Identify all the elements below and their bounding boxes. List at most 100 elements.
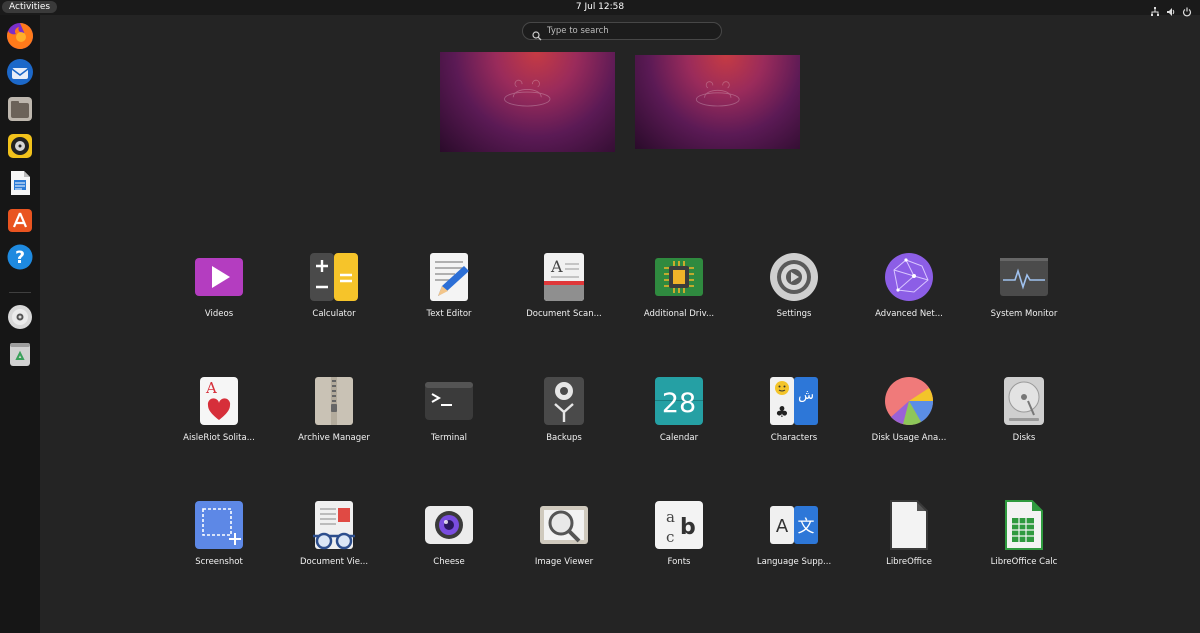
disk-usage-icon bbox=[884, 376, 934, 426]
app-label: System Monitor bbox=[990, 309, 1058, 319]
app-label: Text Editor bbox=[426, 309, 472, 319]
app-label: Additional Driv... bbox=[643, 309, 715, 319]
disks-icon bbox=[999, 376, 1049, 426]
search-icon bbox=[532, 26, 542, 41]
app-label: Disks bbox=[1012, 433, 1036, 443]
screenshot-icon bbox=[194, 500, 244, 550]
app-label: Document Scan... bbox=[526, 309, 602, 319]
app-label: Settings bbox=[776, 309, 812, 319]
libreoffice-writer-icon[interactable] bbox=[6, 169, 34, 197]
app-additional-drivers[interactable]: Additional Driv... bbox=[622, 252, 736, 342]
app-label: Document Vie... bbox=[299, 557, 369, 567]
app-fonts[interactable]: acb Fonts bbox=[622, 500, 736, 590]
calendar-day: 28 bbox=[662, 388, 696, 419]
svg-text:文: 文 bbox=[798, 517, 815, 537]
app-label: Calendar bbox=[659, 433, 699, 443]
app-label: Image Viewer bbox=[534, 557, 594, 567]
svg-text:A: A bbox=[550, 257, 563, 276]
svg-text:b: b bbox=[680, 515, 696, 540]
characters-icon: ♣ ش bbox=[769, 376, 819, 426]
svg-text:a: a bbox=[666, 508, 675, 526]
app-label: Screenshot bbox=[195, 557, 243, 567]
ubuntu-mascot-wallpaper-icon bbox=[504, 79, 551, 107]
app-libreoffice-calc[interactable]: LibreOffice Calc bbox=[967, 500, 1081, 590]
svg-text:?: ? bbox=[15, 248, 25, 268]
additional-drivers-icon bbox=[654, 252, 704, 302]
app-language-support[interactable]: A文 Language Supp... bbox=[737, 500, 851, 590]
app-label: Advanced Net... bbox=[875, 309, 943, 319]
app-aisleriot-solitaire[interactable]: A AisleRiot Solita... bbox=[162, 376, 276, 466]
app-label: Cheese bbox=[433, 557, 465, 567]
videos-icon bbox=[194, 252, 244, 302]
document-scanner-icon: A bbox=[539, 252, 589, 302]
backups-icon bbox=[539, 376, 589, 426]
thunderbird-icon[interactable] bbox=[6, 58, 34, 86]
power-icon[interactable] bbox=[1182, 2, 1192, 17]
app-label: Calculator bbox=[312, 309, 356, 319]
app-label: Fonts bbox=[667, 557, 691, 567]
app-label: LibreOffice bbox=[886, 557, 932, 567]
svg-text:A: A bbox=[205, 379, 217, 397]
language-support-icon: A文 bbox=[769, 500, 819, 550]
advanced-network-icon bbox=[884, 252, 934, 302]
firefox-icon[interactable] bbox=[6, 22, 34, 50]
libreoffice-calc-icon bbox=[999, 500, 1049, 550]
app-settings[interactable]: Settings bbox=[737, 252, 851, 342]
svg-text:♣: ♣ bbox=[775, 403, 788, 421]
app-videos[interactable]: Videos bbox=[162, 252, 276, 342]
clock[interactable]: 7 Jul 12:58 bbox=[0, 0, 1200, 14]
app-calculator[interactable]: Calculator bbox=[277, 252, 391, 342]
app-text-editor[interactable]: Text Editor bbox=[392, 252, 506, 342]
fonts-icon: acb bbox=[654, 500, 704, 550]
terminal-icon bbox=[424, 376, 474, 426]
app-terminal[interactable]: Terminal bbox=[392, 376, 506, 466]
network-icon[interactable] bbox=[1150, 2, 1160, 16]
app-calendar[interactable]: 28 Calendar bbox=[622, 376, 736, 466]
top-bar: Activities 7 Jul 12:58 bbox=[0, 0, 1200, 17]
calendar-icon: 28 bbox=[654, 376, 704, 426]
workspace-thumbnail-1[interactable] bbox=[440, 52, 615, 152]
archive-manager-icon bbox=[309, 376, 359, 426]
svg-text:c: c bbox=[666, 528, 674, 546]
app-disk-usage-analyzer[interactable]: Disk Usage Ana... bbox=[852, 376, 966, 466]
search-bar[interactable] bbox=[522, 22, 722, 41]
system-monitor-icon bbox=[999, 252, 1049, 302]
rhythmbox-icon[interactable] bbox=[6, 132, 34, 160]
app-document-viewer[interactable]: Document Vie... bbox=[277, 500, 391, 590]
app-label: Archive Manager bbox=[298, 433, 370, 443]
app-characters[interactable]: ♣ ش Characters bbox=[737, 376, 851, 466]
search-input[interactable] bbox=[547, 24, 717, 38]
calculator-icon bbox=[309, 252, 359, 302]
document-viewer-icon bbox=[309, 500, 359, 550]
app-label: LibreOffice Calc bbox=[990, 557, 1058, 567]
text-editor-icon bbox=[424, 252, 474, 302]
app-label: Videos bbox=[204, 309, 234, 319]
system-tray[interactable] bbox=[1150, 2, 1192, 17]
app-disks[interactable]: Disks bbox=[967, 376, 1081, 466]
help-icon[interactable]: ? bbox=[6, 243, 34, 271]
trash-icon[interactable] bbox=[6, 340, 34, 368]
app-advanced-network[interactable]: Advanced Net... bbox=[852, 252, 966, 342]
app-image-viewer[interactable]: Image Viewer bbox=[507, 500, 621, 590]
cheese-icon bbox=[424, 500, 474, 550]
app-backups[interactable]: Backups bbox=[507, 376, 621, 466]
files-icon[interactable] bbox=[6, 95, 34, 123]
svg-text:ش: ش bbox=[798, 388, 814, 403]
app-system-monitor[interactable]: System Monitor bbox=[967, 252, 1081, 342]
settings-icon bbox=[769, 252, 819, 302]
solitaire-icon: A bbox=[194, 376, 244, 426]
volume-icon[interactable] bbox=[1166, 2, 1176, 16]
workspace-thumbnail-2[interactable] bbox=[635, 55, 800, 149]
app-archive-manager[interactable]: Archive Manager bbox=[277, 376, 391, 466]
dock-separator bbox=[9, 292, 31, 293]
app-libreoffice[interactable]: LibreOffice bbox=[852, 500, 966, 590]
disc-icon[interactable] bbox=[6, 303, 34, 331]
app-cheese[interactable]: Cheese bbox=[392, 500, 506, 590]
ubuntu-software-icon[interactable] bbox=[6, 206, 34, 234]
app-screenshot[interactable]: Screenshot bbox=[162, 500, 276, 590]
svg-text:A: A bbox=[776, 516, 789, 537]
app-label: Characters bbox=[770, 433, 818, 443]
libreoffice-icon bbox=[884, 500, 934, 550]
app-label: AisleRiot Solita... bbox=[183, 433, 255, 443]
app-document-scanner[interactable]: A Document Scan... bbox=[507, 252, 621, 342]
